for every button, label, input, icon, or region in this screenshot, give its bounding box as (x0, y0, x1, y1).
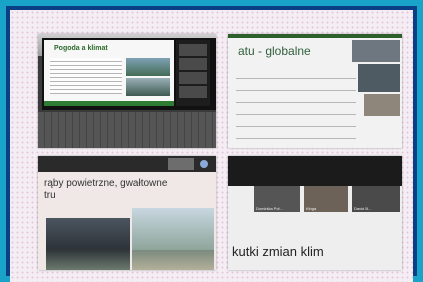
slide-top-strip (228, 34, 402, 38)
video-call-topbar (228, 156, 402, 186)
storm-cloud-image (46, 218, 130, 270)
slide-title-line2: tru (44, 190, 56, 201)
participant-name: Dominika Pol... (256, 206, 283, 211)
photo-effects-slide: Dominika Pol... Kinga David B... kutki z… (228, 156, 402, 270)
slide-title: Pogoda a klimat (54, 45, 108, 52)
participant-video (352, 40, 400, 62)
photo-global-slide: atu - globalne (228, 34, 402, 148)
slide-title: atu - globalne (238, 44, 311, 58)
participant-name: Kinga (306, 206, 317, 211)
landscape-image (132, 250, 214, 270)
photo-weather-slide: rąby powietrzne, gwałtowne tru (38, 156, 216, 270)
participant-tile: Kinga (304, 186, 348, 212)
participant-tile: David B... (352, 186, 400, 212)
slide-title: kutki zmian klim (232, 244, 324, 259)
participant-name: David B... (354, 206, 372, 211)
participant-video (364, 94, 400, 116)
aerial-image (132, 208, 214, 250)
slide-image (126, 58, 170, 76)
participant-tile (179, 58, 207, 70)
participant-tile: Dominika Pol... (254, 186, 300, 212)
slide-text-lines (50, 58, 122, 94)
slide-image (126, 78, 170, 96)
participant-video (168, 158, 194, 170)
photo-laptop-slide: Pogoda a klimat (38, 34, 216, 148)
laptop-screen: Pogoda a klimat (44, 40, 174, 106)
slide-text-lines (236, 72, 356, 142)
video-call-sidebar (176, 40, 210, 106)
participant-tile (179, 44, 207, 56)
slide-title-line1: rąby powietrzne, gwałtowne (44, 178, 168, 189)
participant-tile (179, 86, 207, 98)
laptop-keyboard (38, 112, 216, 148)
participant-video (358, 64, 400, 92)
slide-footer-bar (44, 101, 174, 106)
slide-title: rąby powietrzne, gwałtowne tru (44, 178, 214, 202)
participant-tile (179, 72, 207, 84)
status-dot (200, 160, 208, 168)
